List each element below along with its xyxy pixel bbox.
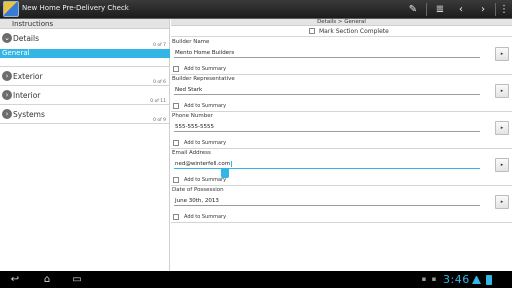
builder-name-input[interactable]: Mento Home Builders: [174, 49, 480, 58]
expand-arrow-button[interactable]: ▸: [495, 195, 509, 209]
expand-arrow-button[interactable]: ▸: [495, 47, 509, 61]
section-exterior[interactable]: › Exterior 0 of 6: [0, 67, 169, 86]
field-label: Phone Number: [172, 113, 213, 119]
add-to-summary-checkbox[interactable]: [173, 140, 179, 146]
detail-pane: Details > General Mark Section Complete …: [171, 19, 512, 271]
mark-complete-label: Mark Section Complete: [319, 28, 389, 35]
field-label: Builder Representative: [172, 76, 235, 82]
home-icon[interactable]: ⌂: [36, 271, 58, 288]
add-to-summary-label: Add to Summary: [184, 214, 227, 220]
field-label: Email Address: [172, 150, 211, 156]
builder-rep-input[interactable]: Ned Stark: [174, 86, 480, 95]
app-title: New Home Pre-Delivery Check: [22, 4, 129, 12]
add-to-summary-checkbox[interactable]: [173, 103, 179, 109]
chevron-down-icon: ⌄: [2, 33, 12, 43]
list-icon[interactable]: ≣: [430, 0, 450, 19]
email-value: ned@winterfell.com: [175, 161, 231, 167]
email-field-group: Email Address ned@winterfell.com ▸ Add t…: [171, 149, 512, 186]
chevron-right-icon: ›: [2, 71, 12, 81]
sidebar-item-general[interactable]: General: [0, 49, 170, 58]
app-logo-icon[interactable]: [3, 1, 19, 17]
back-arrow-icon[interactable]: ‹: [451, 0, 471, 19]
phone-input[interactable]: 555-555-5555: [174, 123, 480, 132]
field-label: Date of Possession: [172, 187, 224, 193]
possession-date-input[interactable]: June 30th, 2013: [174, 197, 480, 206]
breadcrumb: Details > General: [171, 19, 512, 26]
add-to-summary-checkbox[interactable]: [173, 177, 179, 183]
expand-arrow-button[interactable]: ▸: [495, 84, 509, 98]
chevron-right-icon: ›: [2, 90, 12, 100]
recent-apps-icon[interactable]: ▭: [66, 271, 88, 288]
action-bar: New Home Pre-Delivery Check ✎ ≣ ‹ › ⋮: [0, 0, 512, 19]
add-to-summary-label: Add to Summary: [184, 103, 227, 109]
possession-date-field-group: Date of Possession June 30th, 2013 ▸ Add…: [171, 186, 512, 223]
expand-arrow-button[interactable]: ▸: [495, 121, 509, 135]
sections-pane: Instructions ⌄ Details 0 of 7 General › …: [0, 19, 170, 271]
add-to-summary-checkbox[interactable]: [173, 214, 179, 220]
edit-icon[interactable]: ✎: [403, 0, 423, 19]
builder-rep-field-group: Builder Representative Ned Stark ▸ Add t…: [171, 75, 512, 112]
add-to-summary-label: Add to Summary: [184, 66, 227, 72]
add-to-summary-label: Add to Summary: [184, 177, 227, 183]
chevron-right-icon: ›: [2, 109, 12, 119]
section-details[interactable]: ⌄ Details 0 of 7: [0, 29, 169, 67]
add-to-summary-label: Add to Summary: [184, 140, 227, 146]
system-navigation-bar: ↩ ⌂ ▭ ▪ ▪ 3:46: [0, 271, 512, 288]
section-systems[interactable]: › Systems 0 of 9: [0, 105, 169, 124]
section-interior[interactable]: › Interior 0 of 11: [0, 86, 169, 105]
section-count: 0 of 6: [153, 80, 166, 85]
phone-field-group: Phone Number 555-555-5555 ▸ Add to Summa…: [171, 112, 512, 149]
forward-arrow-icon[interactable]: ›: [473, 0, 493, 19]
add-to-summary-checkbox[interactable]: [173, 66, 179, 72]
mark-section-complete-row[interactable]: Mark Section Complete: [171, 26, 512, 37]
section-label: Systems: [13, 110, 45, 119]
battery-icon: [486, 275, 492, 285]
overflow-menu-icon[interactable]: ⋮: [494, 0, 512, 19]
section-count: 0 of 9: [153, 118, 166, 123]
back-icon[interactable]: ↩: [4, 271, 26, 288]
section-label: Exterior: [13, 72, 43, 81]
notification-icon[interactable]: ▪: [430, 271, 438, 288]
text-caret: [231, 160, 233, 167]
mark-complete-checkbox[interactable]: [309, 28, 315, 34]
section-label: Details: [13, 34, 40, 43]
section-count: 0 of 7: [153, 43, 166, 48]
notification-icon[interactable]: ▪: [420, 271, 428, 288]
instructions-header[interactable]: Instructions: [0, 19, 169, 29]
builder-name-field-group: Builder Name Mento Home Builders ▸ Add t…: [171, 38, 512, 75]
field-label: Builder Name: [172, 39, 210, 45]
section-count: 0 of 11: [150, 99, 166, 104]
expand-arrow-button[interactable]: ▸: [495, 158, 509, 172]
section-label: Interior: [13, 91, 41, 100]
toolbar-divider: [426, 3, 427, 16]
wifi-icon: [472, 276, 481, 284]
email-input[interactable]: ned@winterfell.com: [174, 160, 480, 169]
clock: 3:46: [443, 273, 470, 286]
